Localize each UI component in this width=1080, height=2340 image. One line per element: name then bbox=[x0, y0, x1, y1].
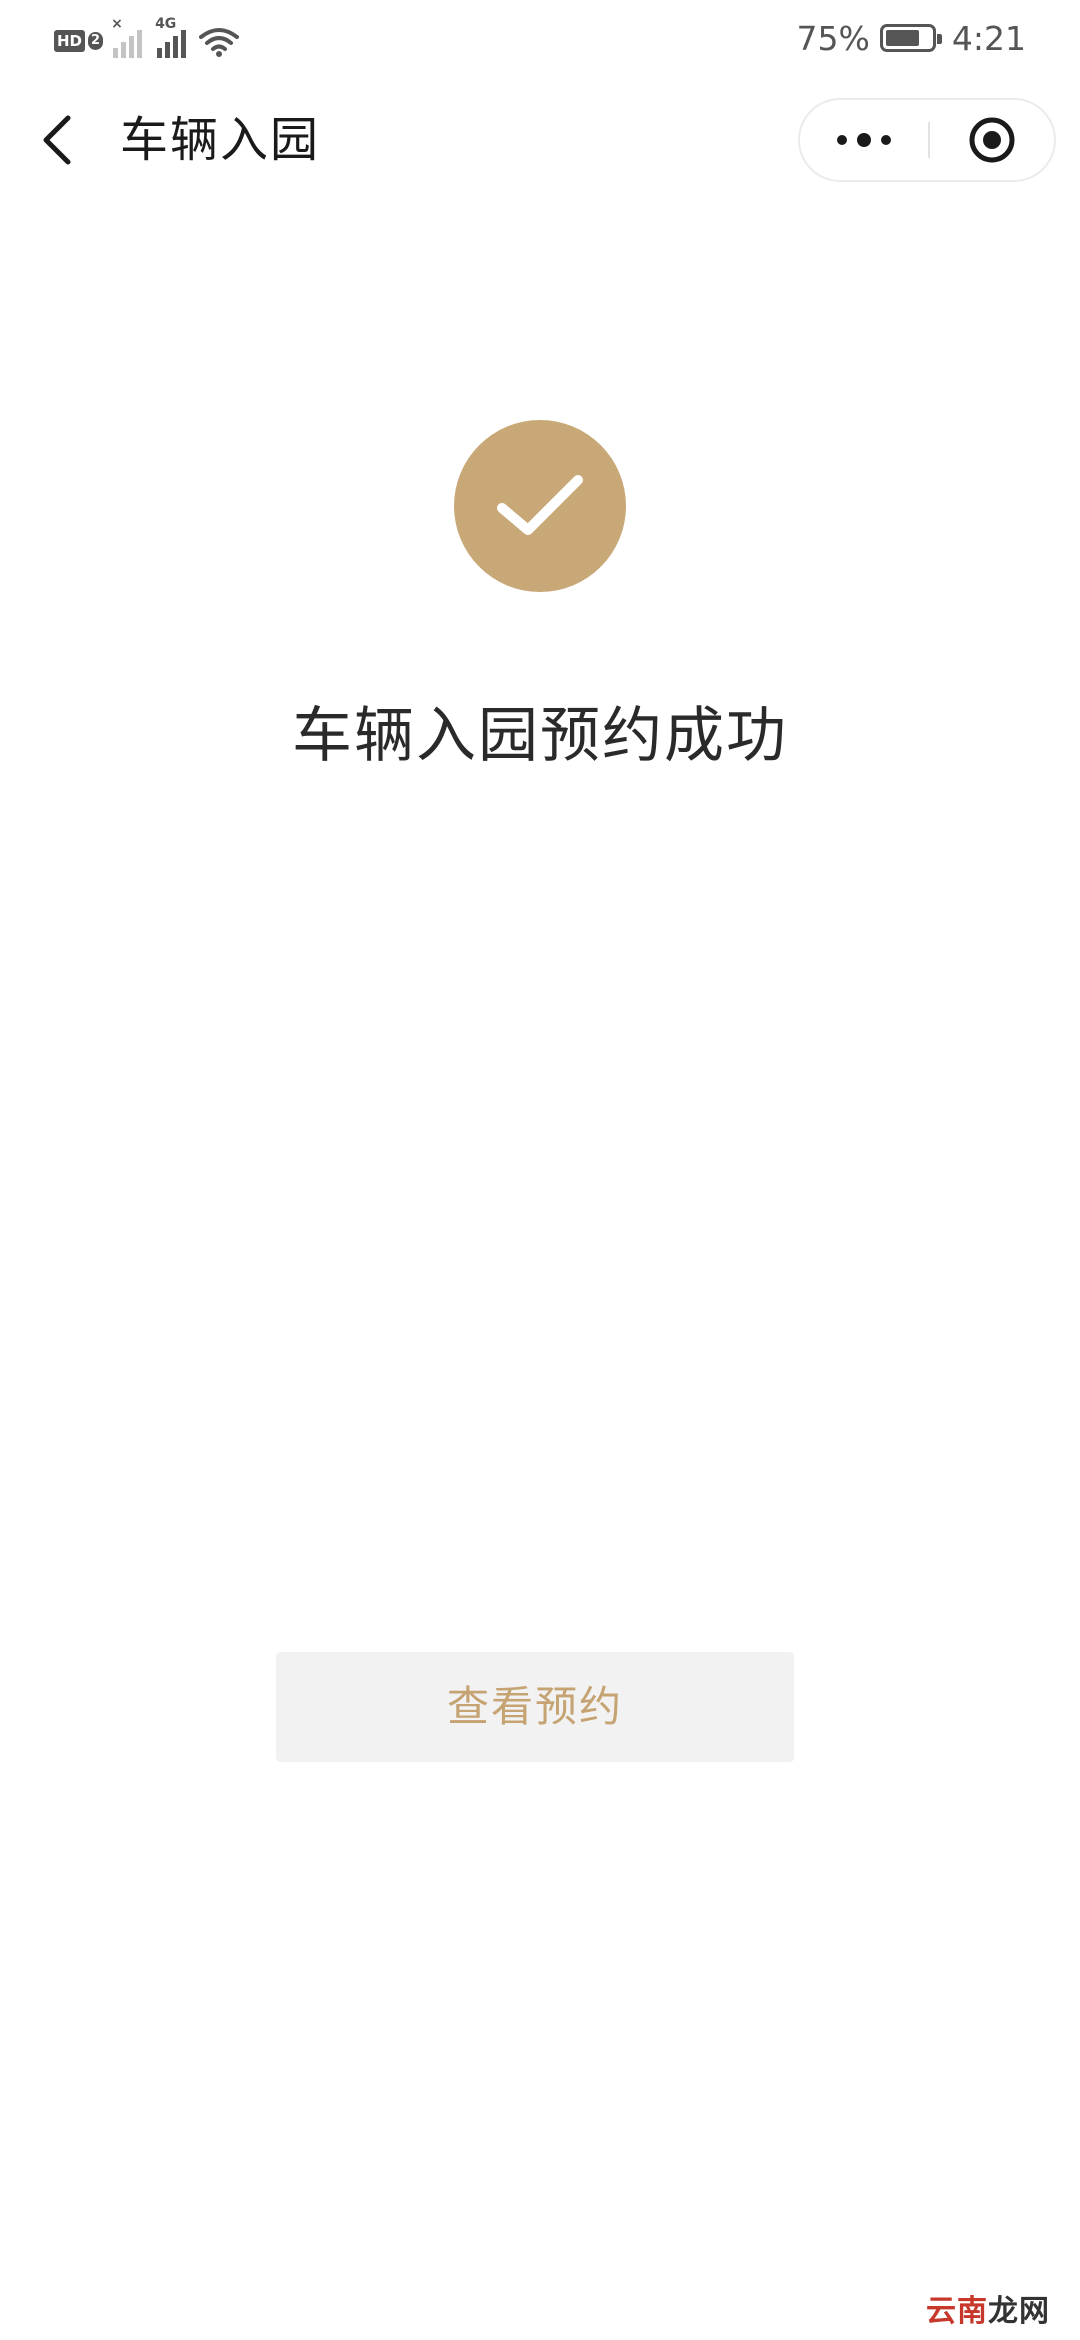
watermark-accent: 云南 bbox=[926, 2294, 988, 2329]
status-bar: HD 2 × 4G 75% 4:21 bbox=[0, 0, 1080, 76]
network-type-label: 4G bbox=[155, 16, 177, 32]
battery-fill bbox=[885, 30, 919, 46]
chevron-left-icon bbox=[43, 115, 71, 165]
wifi-icon bbox=[199, 28, 240, 57]
hd-label: HD bbox=[54, 30, 86, 52]
status-icons-left: HD 2 × 4G bbox=[54, 16, 240, 58]
battery-percent: 75% bbox=[796, 18, 870, 58]
watermark-logo: 云南龙网 bbox=[926, 2286, 1050, 2330]
sim-slot-label: 2 bbox=[88, 32, 104, 50]
more-button[interactable] bbox=[800, 100, 928, 180]
signal-icon: 4G bbox=[155, 16, 191, 58]
back-button[interactable] bbox=[28, 110, 88, 170]
close-mini-program-button[interactable] bbox=[930, 100, 1054, 180]
status-icons-right: 75% 4:21 bbox=[797, 16, 1026, 60]
watermark-rest: 龙网 bbox=[988, 2294, 1050, 2329]
clock: 4:21 bbox=[951, 18, 1026, 58]
nav-bar: 车辆入园 bbox=[0, 80, 1080, 200]
mini-program-capsule bbox=[798, 98, 1056, 182]
more-dots-icon bbox=[837, 133, 891, 147]
view-reservation-button[interactable]: 查看预约 bbox=[276, 1652, 794, 1762]
no-signal-icon: × bbox=[111, 16, 147, 58]
battery-icon bbox=[879, 24, 942, 52]
page-title: 车辆入园 bbox=[120, 112, 321, 168]
checkmark-icon bbox=[497, 475, 583, 535]
success-circle bbox=[454, 420, 626, 592]
result-title: 车辆入园预约成功 bbox=[292, 701, 788, 771]
hd-icon: HD 2 bbox=[54, 28, 104, 54]
target-circle-icon bbox=[969, 117, 1015, 163]
